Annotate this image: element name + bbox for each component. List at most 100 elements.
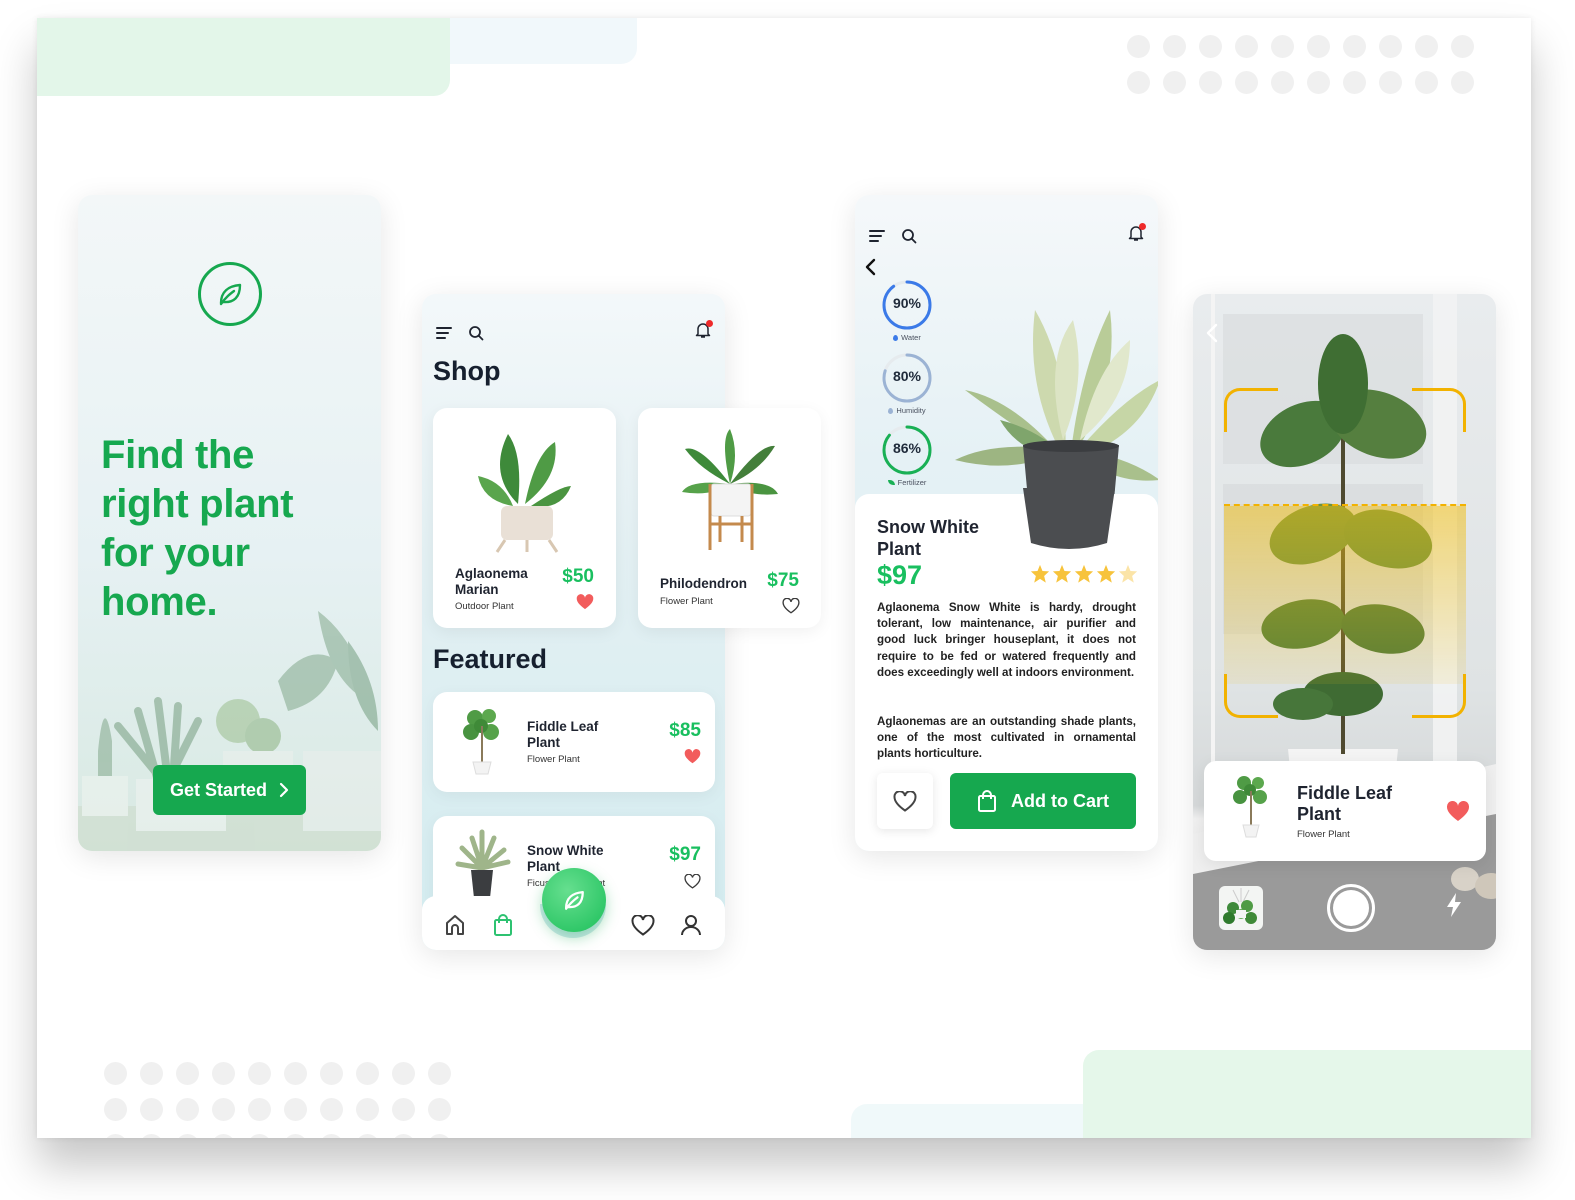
pot-image	[1023, 488, 1115, 549]
shop-header	[436, 320, 713, 344]
rating-stars	[1030, 564, 1138, 583]
scan-result-card[interactable]: Fiddle Leaf Plant Flower Plant	[1204, 761, 1486, 861]
star-filled-icon	[1030, 564, 1050, 583]
scan-frame-corner	[1224, 674, 1278, 718]
shutter-button[interactable]	[1327, 884, 1375, 932]
get-started-label: Get Started	[169, 779, 268, 800]
nav-profile[interactable]	[678, 912, 704, 938]
heart-outline-icon[interactable]	[684, 874, 701, 889]
headline: Find the right plant for your home.	[101, 433, 294, 624]
star-partial-icon	[1118, 564, 1138, 583]
menu-icon[interactable]	[869, 229, 885, 243]
product-type: Flower Plant	[660, 596, 713, 607]
product-name: Aglaonema Marian	[455, 566, 528, 597]
notification-badge	[706, 320, 713, 327]
detail-header	[869, 223, 1146, 247]
gauge-value: 80%	[892, 368, 922, 384]
gauge-value: 86%	[892, 440, 922, 456]
nav-home[interactable]	[442, 912, 468, 938]
decor-shape	[37, 18, 450, 96]
search-icon[interactable]	[468, 325, 484, 341]
plant-info-card: Snow White Plant $97 Aglaonema Snow Whit…	[855, 488, 1158, 851]
product-image	[682, 429, 778, 550]
nav-shop[interactable]	[490, 912, 516, 938]
scan-frame-corner	[1224, 388, 1278, 432]
home-icon	[446, 915, 464, 935]
product-image	[463, 709, 499, 775]
product-card[interactable]: Philodendron Flower Plant $75	[638, 408, 821, 628]
star-filled-icon	[1052, 564, 1072, 583]
leaf-icon	[887, 480, 895, 485]
product-image	[1233, 776, 1267, 838]
page-title: Shop	[433, 356, 501, 386]
menu-icon[interactable]	[436, 326, 452, 340]
shopping-bag-icon	[494, 914, 512, 936]
result-type: Flower Plant	[1297, 829, 1350, 840]
plant-price: $97	[877, 560, 923, 590]
heart-filled-icon[interactable]	[576, 594, 594, 610]
description-paragraph: Aglaonema Snow White is hardy, drought t…	[877, 601, 1136, 679]
gallery-image	[1223, 888, 1257, 924]
add-to-cart-button[interactable]: Add to Cart	[950, 773, 1136, 829]
heart-filled-icon[interactable]	[684, 749, 701, 764]
add-to-cart-label: Add to Cart	[1011, 790, 1109, 811]
gauge-label: Humidity	[896, 406, 926, 415]
scan-progress-overlay	[1224, 504, 1466, 684]
product-image	[455, 829, 511, 898]
chevron-left-icon[interactable]	[863, 257, 877, 277]
heart-filled-icon[interactable]	[1446, 801, 1470, 822]
flash-icon[interactable]	[1445, 892, 1463, 918]
heart-icon	[893, 790, 917, 812]
get-started-button[interactable]: Get Started	[153, 765, 306, 815]
gauge-label: Fertilizer	[897, 478, 927, 487]
decor-dots	[1127, 35, 1474, 94]
decor-dots	[104, 1062, 451, 1138]
nav-favorites[interactable]	[630, 912, 656, 938]
water-drop-icon	[888, 407, 894, 414]
result-name: Fiddle Leaf Plant	[1297, 783, 1393, 824]
humidity-gauge: 80% Humidity	[881, 352, 933, 415]
product-price: $97	[669, 844, 701, 865]
product-price: $85	[669, 720, 701, 741]
leaf-icon	[219, 283, 242, 306]
heart-outline-icon[interactable]	[782, 598, 800, 614]
gauge-value: 90%	[892, 295, 922, 311]
product-image	[478, 434, 571, 553]
product-card[interactable]: Aglaonema Marian Outdoor Plant $50	[433, 408, 616, 628]
app-logo	[198, 262, 262, 326]
product-type: Outdoor Plant	[455, 601, 514, 612]
product-price: $75	[767, 570, 799, 591]
star-filled-icon	[1074, 564, 1094, 583]
plant-name: Snow White Plant	[877, 517, 979, 559]
chevron-right-icon	[279, 782, 289, 798]
showcase-canvas: Find the right plant for your home. Get …	[37, 18, 1531, 1138]
product-name: Fiddle Leaf Plant	[527, 719, 599, 750]
product-name: Philodendron	[660, 576, 747, 591]
section-title: Featured	[433, 644, 548, 674]
fertilizer-gauge: 86% Fertilizer	[881, 424, 933, 487]
decor-shape	[1083, 1050, 1531, 1138]
scan-frame-corner	[1412, 674, 1466, 718]
shopping-bag-icon	[978, 790, 996, 812]
scan-plant-button[interactable]	[542, 868, 606, 932]
notifications-button[interactable]	[1128, 223, 1146, 247]
water-gauge: 90% Water	[881, 279, 933, 342]
product-price: $50	[562, 566, 594, 587]
user-icon	[681, 915, 701, 936]
gallery-thumbnail[interactable]	[1219, 886, 1263, 930]
notification-badge	[1139, 223, 1146, 230]
favorite-button[interactable]	[877, 773, 933, 829]
search-icon[interactable]	[901, 228, 917, 244]
scan-frame-corner	[1412, 388, 1466, 432]
star-filled-icon	[1096, 564, 1116, 583]
leaf-icon	[564, 890, 584, 910]
heart-icon	[631, 914, 655, 936]
plant-scanner-screen: Fiddle Leaf Plant Flower Plant	[1193, 294, 1496, 950]
plant-detail-screen: 90% Water 80% Humidity 86% Fertilizer Sn…	[855, 195, 1158, 851]
chevron-left-icon[interactable]	[1205, 322, 1219, 344]
notifications-button[interactable]	[695, 320, 713, 344]
water-drop-icon	[893, 334, 899, 341]
featured-item[interactable]: Fiddle Leaf Plant Flower Plant $85	[433, 692, 715, 792]
shop-screen: Shop Aglaonema Marian Outdoor Plant $50 …	[422, 294, 821, 950]
gauge-label: Water	[901, 333, 921, 342]
